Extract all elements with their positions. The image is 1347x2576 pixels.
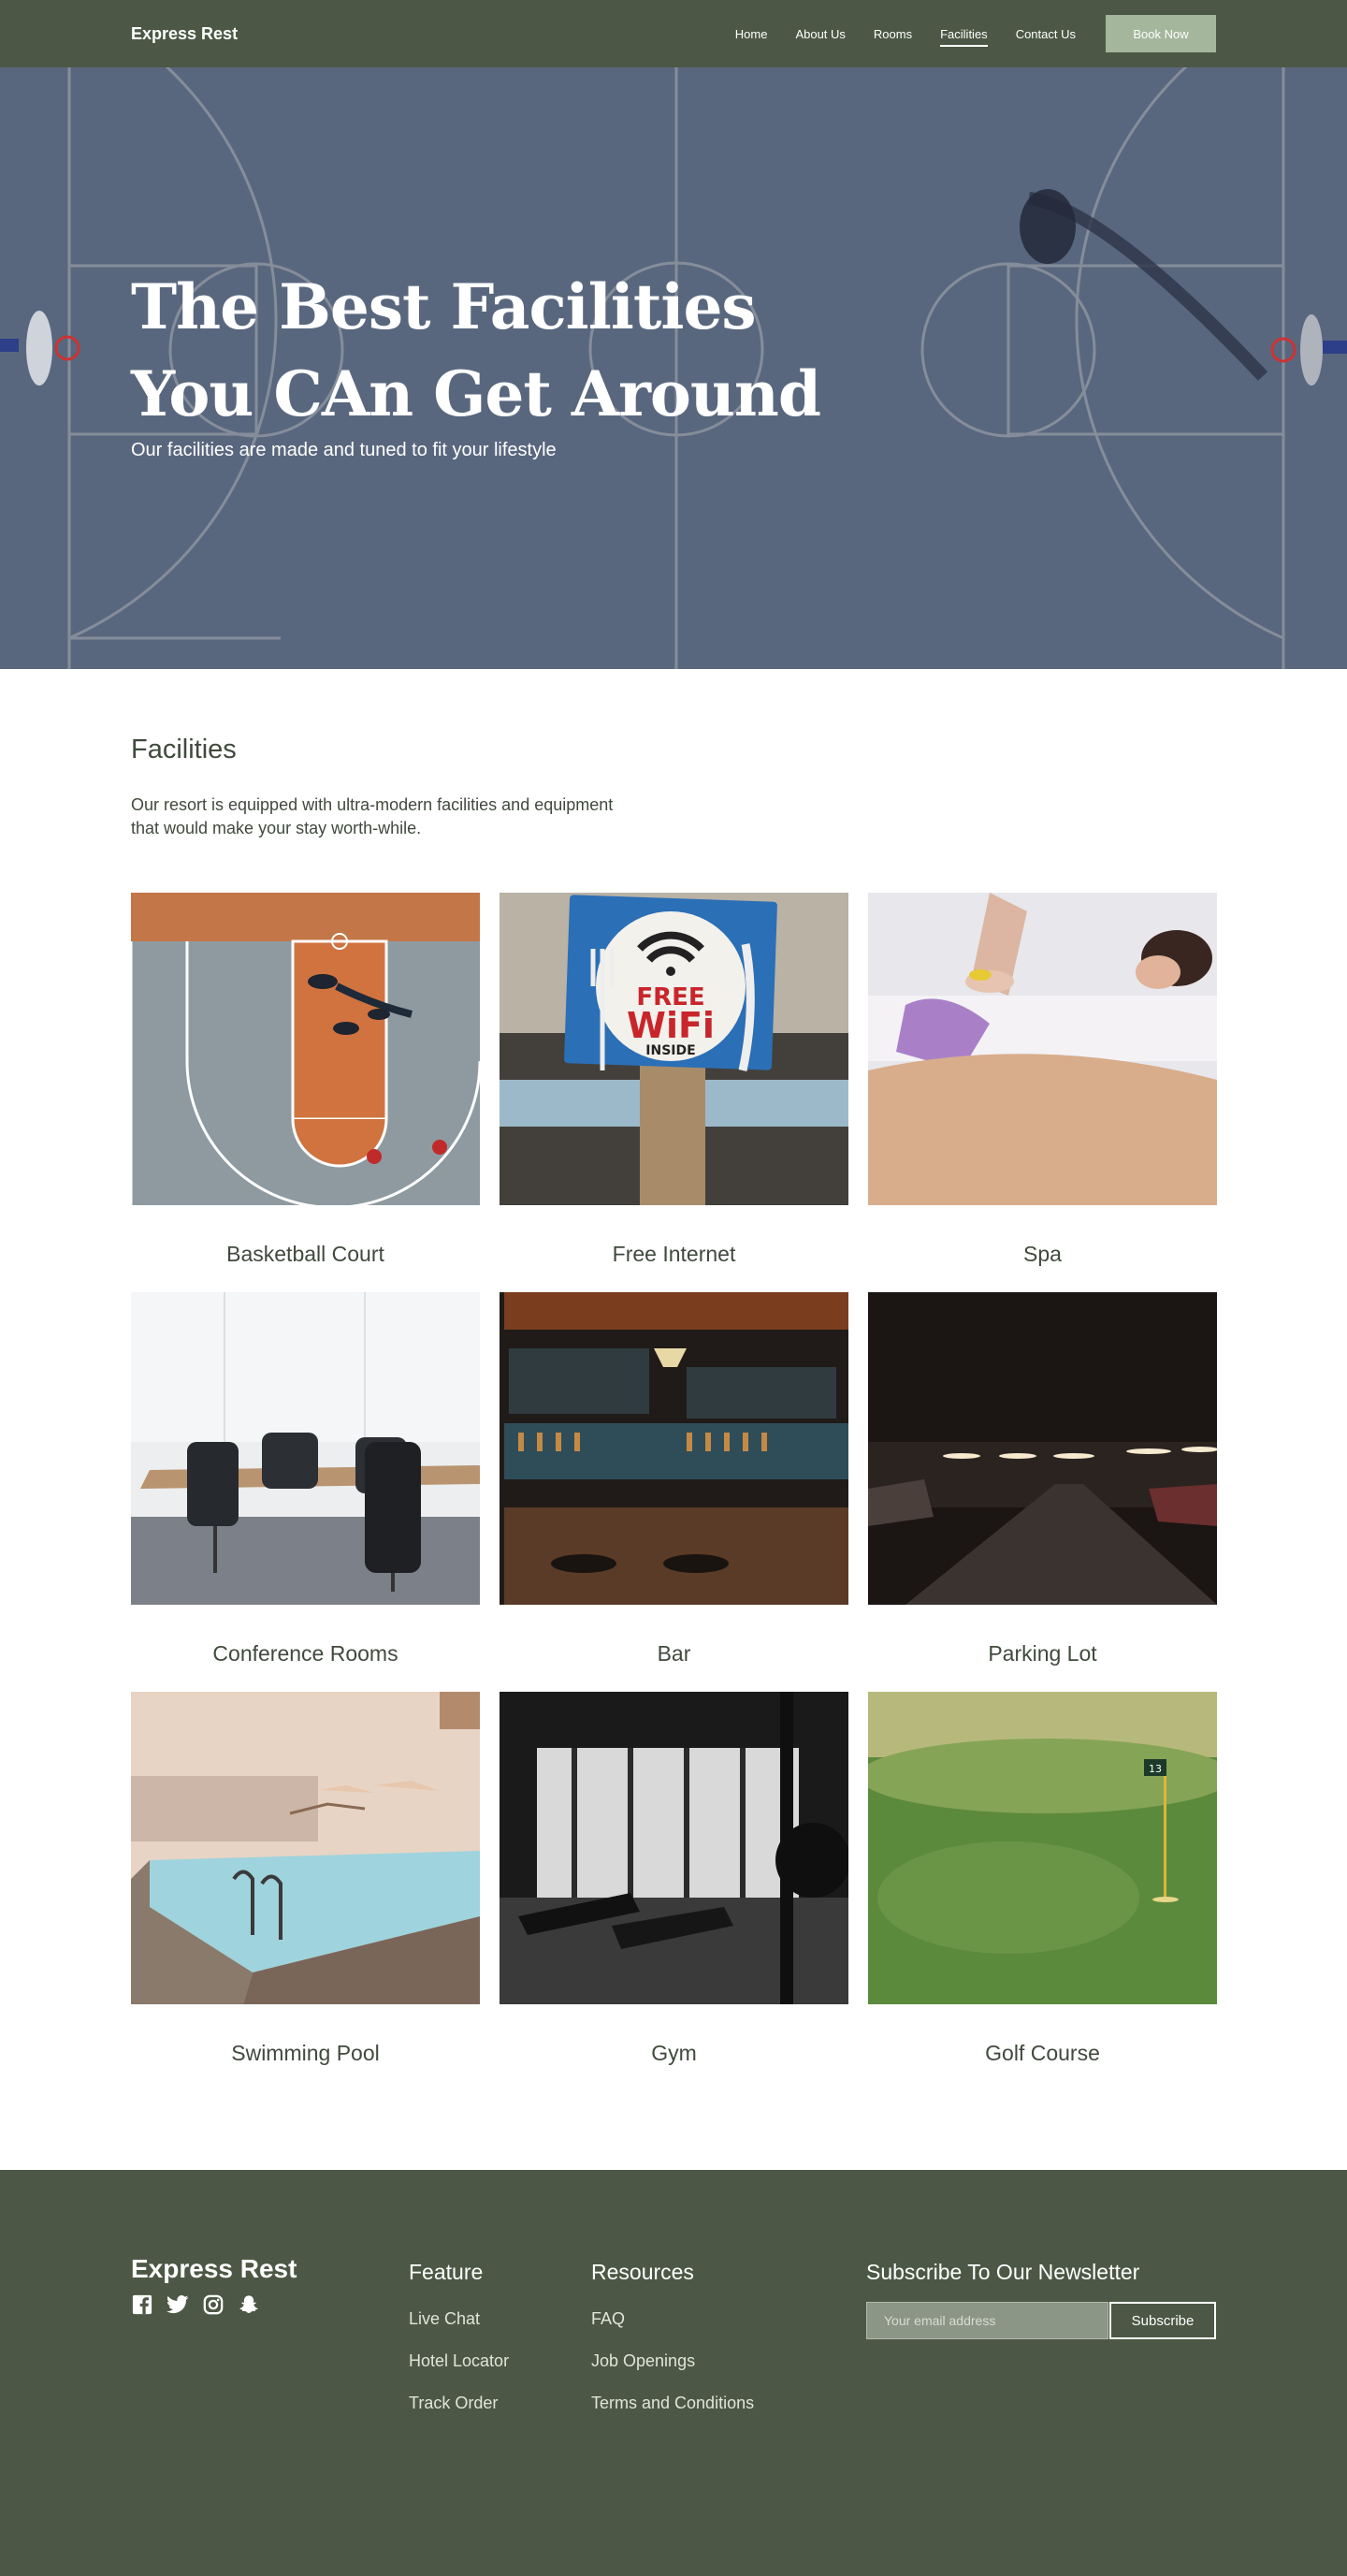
facilities-description-line-1: Our resort is equipped with ultra-modern… — [131, 795, 614, 814]
bar-image — [500, 1292, 848, 1605]
conference-rooms-image — [131, 1292, 480, 1605]
facility-label: Free Internet — [612, 1242, 736, 1266]
footer-feature-title: Feature — [409, 2260, 484, 2284]
footer-link-live-chat[interactable]: Live Chat — [409, 2309, 591, 2329]
facility-label: Gym — [651, 2041, 697, 2065]
nav-link-contact-us[interactable]: Contact Us — [1016, 27, 1076, 41]
facility-card-golf-course[interactable]: 13 Golf Course — [859, 1692, 1233, 2091]
facilities-grid: Basketball Court FREE WiFi INSIDE Free I… — [129, 893, 1233, 2091]
facility-card-conference-rooms[interactable]: Conference Rooms — [131, 1292, 480, 1692]
newsletter-title: Subscribe To Our Newsletter — [866, 2260, 1140, 2284]
footer-resources-title: Resources — [591, 2260, 694, 2284]
facilities-section: Facilities Our resort is equipped with u… — [0, 669, 1347, 2091]
facility-card-free-internet[interactable]: FREE WiFi INSIDE Free Internet — [500, 893, 848, 1292]
free-internet-image: FREE WiFi INSIDE — [500, 893, 848, 1205]
nav-link-about-us[interactable]: About Us — [795, 27, 845, 41]
nav-links: Home About Us Rooms Facilities Contact U… — [735, 15, 1216, 52]
nav-link-rooms[interactable]: Rooms — [874, 27, 912, 41]
snapchat-icon[interactable] — [238, 2293, 260, 2316]
hero-title-line-2: You CAn Get Around — [131, 357, 821, 430]
footer-brand: Express Rest — [131, 2254, 297, 2283]
site-footer: Express Rest Feature Live Chat Hotel Loc… — [0, 2170, 1347, 2576]
facility-card-spa[interactable]: Spa — [868, 893, 1217, 1292]
wifi-sign-inside: INSIDE — [645, 1043, 695, 1058]
facility-card-basketball-court[interactable]: Basketball Court — [129, 893, 482, 1292]
facility-card-swimming-pool[interactable]: Swimming Pool — [131, 1692, 480, 2091]
twitter-icon[interactable] — [167, 2293, 189, 2316]
facilities-description-line-2: that would make your stay worth-while. — [131, 819, 422, 837]
gym-image — [500, 1692, 850, 2004]
social-links — [131, 2293, 409, 2316]
footer-link-terms-and-conditions[interactable]: Terms and Conditions — [591, 2394, 866, 2413]
top-navbar: Express Rest Home About Us Rooms Facilit… — [0, 0, 1347, 67]
newsletter-form: Subscribe — [866, 2302, 1216, 2339]
facility-label: Conference Rooms — [212, 1641, 398, 1666]
footer-link-track-order[interactable]: Track Order — [409, 2394, 591, 2413]
footer-feature-column: Feature Live Chat Hotel Locator Track Or… — [409, 2254, 591, 2576]
parking-lot-image — [868, 1292, 1219, 1605]
basketball-court-image — [129, 893, 482, 1209]
subscribe-button[interactable]: Subscribe — [1109, 2302, 1216, 2339]
newsletter-email-input[interactable] — [866, 2302, 1108, 2339]
facilities-title: Facilities — [131, 735, 237, 764]
swimming-pool-image — [131, 1692, 480, 2004]
footer-link-hotel-locator[interactable]: Hotel Locator — [409, 2351, 591, 2371]
wifi-sign-wifi: WiFi — [627, 1005, 715, 1046]
brand-logo[interactable]: Express Rest — [131, 24, 238, 44]
facility-card-parking-lot[interactable]: Parking Lot — [868, 1292, 1219, 1692]
facilities-description: Our resort is equipped with ultra-modern… — [131, 793, 674, 840]
golf-flag-number: 13 — [1149, 1763, 1162, 1775]
hero-title-line-1: The Best Facilities — [131, 270, 757, 343]
footer-resources-column: Resources FAQ Job Openings Terms and Con… — [591, 2254, 866, 2576]
facility-label: Parking Lot — [988, 1641, 1097, 1666]
facility-label: Golf Course — [985, 2041, 1100, 2065]
hero-subtitle: Our facilities are made and tuned to fit… — [131, 440, 557, 460]
facility-card-gym[interactable]: Gym — [500, 1692, 850, 2091]
golf-course-image: 13 — [859, 1692, 1233, 2004]
footer-brand-column: Express Rest — [131, 2254, 409, 2576]
facility-label: Bar — [657, 1641, 691, 1666]
hero-content: The Best Facilities You CAn Get Around O… — [131, 264, 821, 461]
footer-link-faq[interactable]: FAQ — [591, 2309, 866, 2329]
newsletter-column: Subscribe To Our Newsletter Subscribe — [866, 2254, 1216, 2576]
hero-title: The Best Facilities You CAn Get Around — [131, 264, 821, 438]
book-now-button[interactable]: Book Now — [1106, 15, 1216, 52]
facebook-icon[interactable] — [131, 2293, 153, 2316]
facility-label: Spa — [1023, 1242, 1062, 1266]
facility-label: Basketball Court — [226, 1242, 384, 1266]
hero-section: The Best Facilities You CAn Get Around O… — [0, 67, 1347, 669]
instagram-icon[interactable] — [202, 2293, 224, 2316]
facility-label: Swimming Pool — [231, 2041, 380, 2065]
footer-link-job-openings[interactable]: Job Openings — [591, 2351, 866, 2371]
nav-link-facilities[interactable]: Facilities — [940, 27, 988, 47]
spa-image — [868, 893, 1217, 1205]
nav-link-home[interactable]: Home — [735, 27, 768, 41]
facility-card-bar[interactable]: Bar — [500, 1292, 848, 1692]
